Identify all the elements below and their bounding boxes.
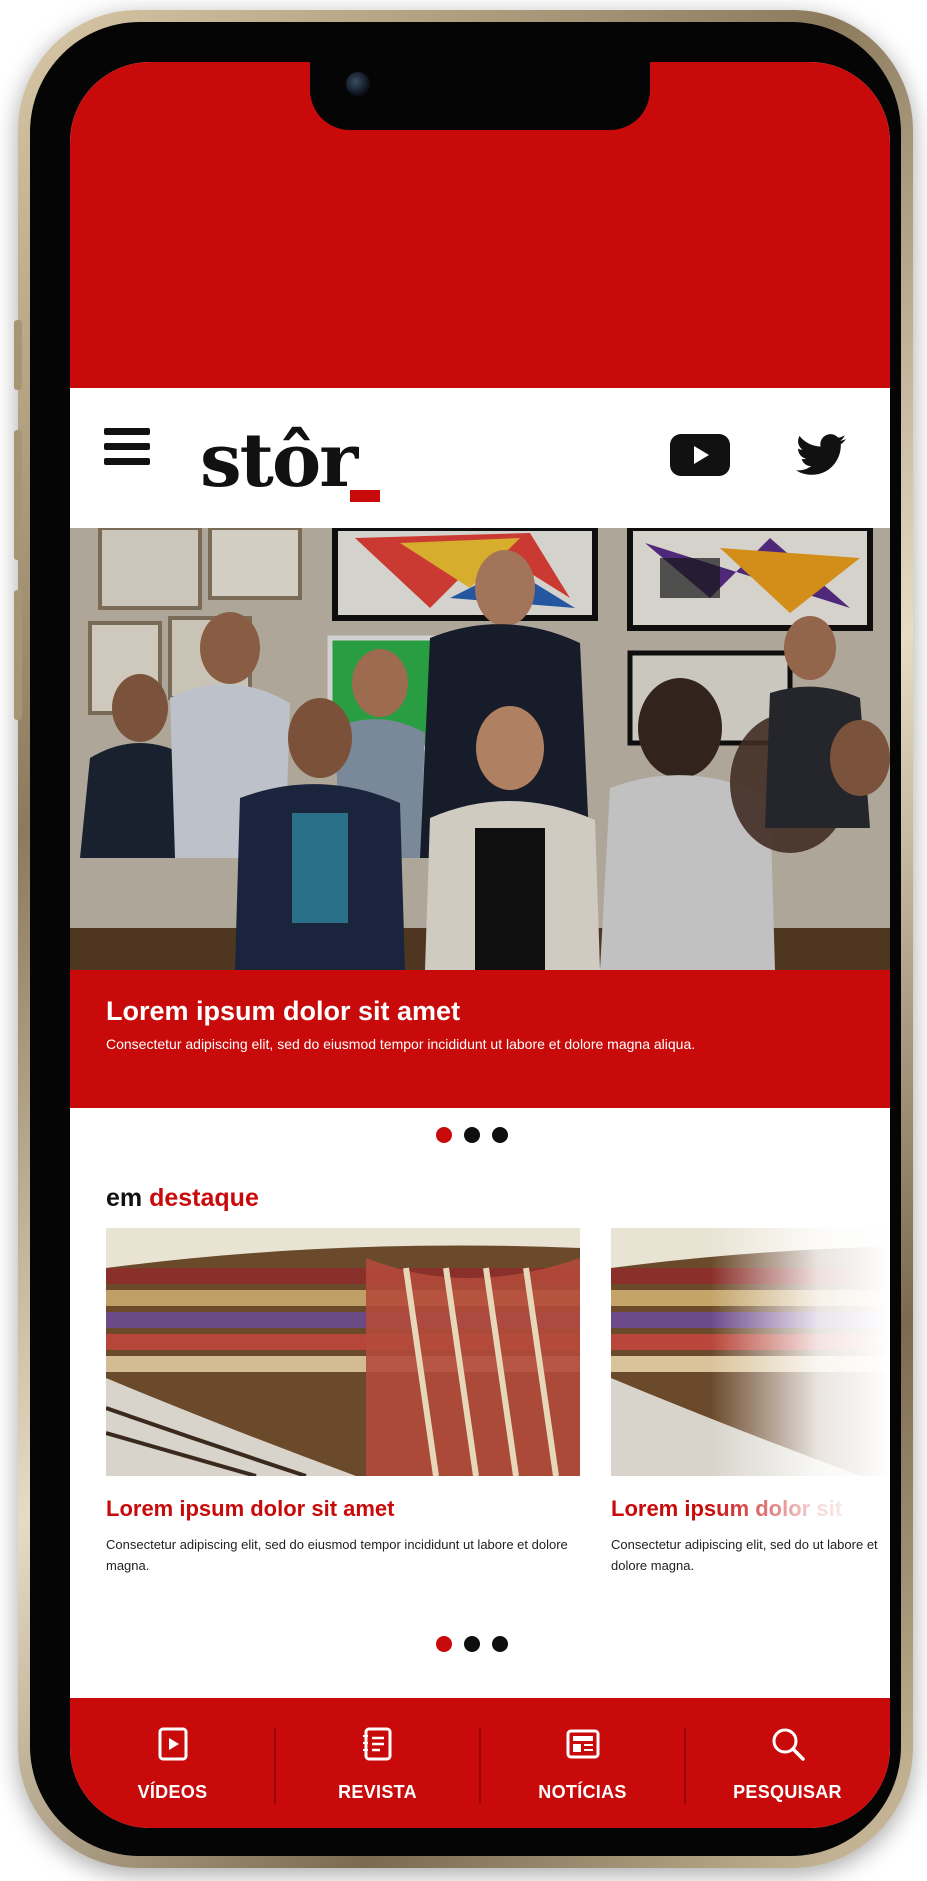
nav-label: NOTÍCIAS [538,1782,627,1802]
front-camera-icon [346,72,370,96]
app-screen: stôr Lorem ipsum dolor sit amet Consecte… [70,62,890,1828]
logo-accent-bar [350,490,380,502]
library-illustration [106,1228,580,1476]
hero-photo-illustration [70,528,890,970]
bottom-navigation: VÍDEOS REVISTA NOTÍCIAS PESQUISAR [70,1698,890,1828]
carousel-dot-1[interactable] [436,1127,452,1143]
menu-line [104,443,150,450]
section-title-accent: destaque [149,1184,259,1212]
menu-line [104,428,150,435]
phone-notch [310,62,650,130]
app-header: stôr [70,388,890,528]
carousel-dot-1[interactable] [436,1636,452,1652]
nav-item-noticias[interactable]: NOTÍCIAS [480,1698,685,1808]
card-title: Lorem ipsum dolor sit amet [106,1496,395,1521]
hero-carousel-dots [436,1125,508,1145]
card-text: Consectetur adipiscing elit, sed do eius… [106,1537,568,1573]
youtube-icon[interactable] [670,434,730,476]
hero-caption[interactable]: Lorem ipsum dolor sit amet Consectetur a… [70,970,890,1108]
card-text: Consectetur adipiscing elit, sed do ut l… [611,1537,878,1573]
featured-card-1[interactable]: Lorem ipsum dolor sit amet Consectetur a… [106,1228,580,1576]
nav-item-revista[interactable]: REVISTA [275,1698,480,1808]
featured-carousel-dots [436,1634,508,1654]
nav-label: REVISTA [338,1782,417,1802]
carousel-dot-2[interactable] [464,1127,480,1143]
video-icon [158,1727,187,1761]
menu-line [104,458,150,465]
nav-label: PESQUISAR [733,1782,842,1802]
phone-side-button [14,320,22,390]
carousel-fade-overlay [710,1212,890,1532]
twitter-icon[interactable] [796,434,846,476]
carousel-dot-3[interactable] [492,1636,508,1652]
carousel-dot-2[interactable] [464,1636,480,1652]
search-icon [772,1728,805,1761]
section-title-prefix: em [106,1184,143,1212]
hero-subtitle: Consectetur adipiscing elit, sed do eius… [106,1036,696,1052]
logo-text: stôr [200,418,358,504]
nav-item-pesquisar[interactable]: PESQUISAR [685,1698,890,1808]
carousel-dot-3[interactable] [492,1127,508,1143]
hero-image[interactable] [70,528,890,970]
nav-label: VÍDEOS [137,1782,208,1802]
hamburger-icon[interactable] [104,428,150,466]
magazine-icon [362,1727,391,1761]
newspaper-icon [566,1729,599,1759]
app-logo[interactable]: stôr [200,406,440,516]
section-title: em destaque [106,1184,259,1213]
hero-title: Lorem ipsum dolor sit amet [106,996,461,1026]
phone-volume-up [14,430,22,560]
card-image-library[interactable] [106,1228,580,1476]
nav-item-videos[interactable]: VÍDEOS [70,1698,275,1808]
phone-volume-down [14,590,22,720]
